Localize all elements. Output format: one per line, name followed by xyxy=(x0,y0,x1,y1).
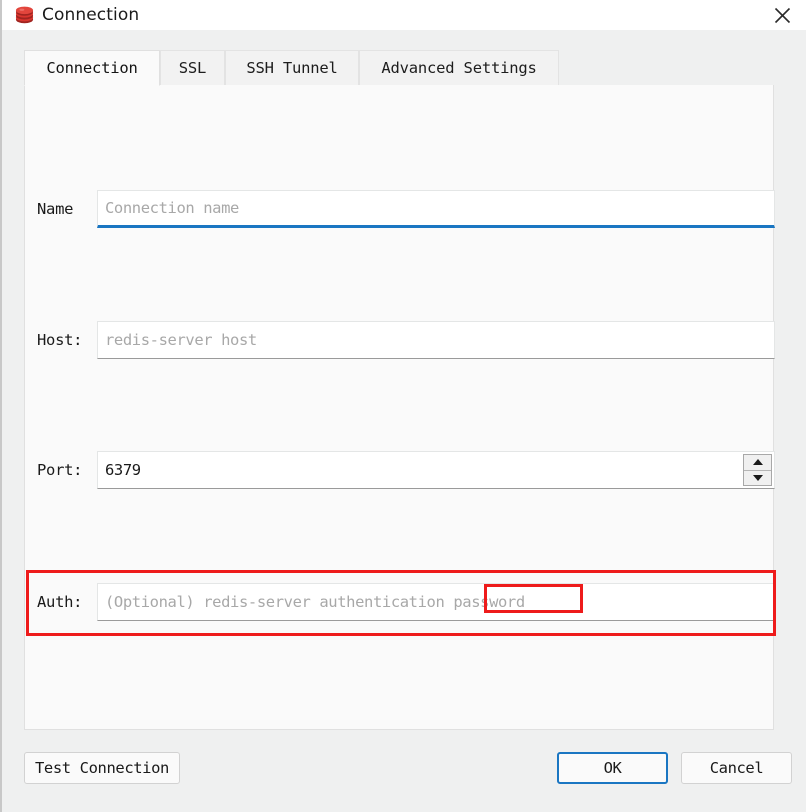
auth-label: Auth: xyxy=(37,593,83,611)
connection-dialog: Connection Connection SSL SSH Tunnel Advanc… xyxy=(0,0,806,812)
port-input-value: 6379 xyxy=(105,461,141,479)
connection-tab-panel: Name Connection name Host: redis-server hos… xyxy=(24,85,775,730)
cancel-button[interactable]: Cancel xyxy=(681,752,792,784)
port-label: Port: xyxy=(37,461,83,479)
name-input-placeholder: Connection name xyxy=(105,199,239,217)
port-decrement-button[interactable] xyxy=(744,471,771,486)
title-bar: Connection xyxy=(2,0,806,30)
name-label: Name xyxy=(37,200,74,218)
ok-label: OK xyxy=(603,759,622,777)
form-row-host: Host: redis-server host xyxy=(25,321,775,359)
spinner-up-arrow-icon xyxy=(752,459,763,466)
tab-label: Advanced Settings xyxy=(381,59,537,77)
tab-ssh-tunnel[interactable]: SSH Tunnel xyxy=(225,50,359,86)
form-row-name: Name Connection name xyxy=(25,190,775,228)
tab-ssl[interactable]: SSL xyxy=(160,50,225,86)
close-button[interactable] xyxy=(756,0,806,30)
name-input[interactable]: Connection name xyxy=(97,190,775,228)
port-input[interactable]: 6379 xyxy=(97,451,775,489)
tab-label: Connection xyxy=(46,59,138,77)
close-icon xyxy=(774,7,790,23)
spinner-down-arrow-icon xyxy=(752,474,763,481)
title-bar-left: Connection xyxy=(15,0,139,30)
auth-input-placeholder: (Optional) redis-server authentication p… xyxy=(105,593,525,611)
auth-input[interactable]: (Optional) redis-server authentication p… xyxy=(97,583,775,621)
redis-logo-icon xyxy=(15,6,34,23)
tab-bar: Connection SSL SSH Tunnel Advanced Settings xyxy=(24,50,774,86)
ok-button[interactable]: OK xyxy=(557,752,668,784)
cancel-label: Cancel xyxy=(709,759,764,777)
host-label: Host: xyxy=(37,331,83,349)
test-connection-label: Test Connection xyxy=(35,759,169,777)
window-title: Connection xyxy=(42,4,140,25)
host-input-placeholder: redis-server host xyxy=(105,331,257,349)
tab-connection[interactable]: Connection xyxy=(24,50,160,86)
port-spinner[interactable] xyxy=(743,454,772,486)
tab-label: SSH Tunnel xyxy=(246,59,338,77)
test-connection-button[interactable]: Test Connection xyxy=(24,752,180,784)
form-row-auth: Auth: (Optional) redis-server authenticat… xyxy=(25,583,775,621)
tab-label: SSL xyxy=(178,59,207,77)
port-increment-button[interactable] xyxy=(744,455,771,471)
host-input[interactable]: redis-server host xyxy=(97,321,775,359)
form-row-port: Port: 6379 xyxy=(25,451,775,489)
tab-advanced-settings[interactable]: Advanced Settings xyxy=(359,50,559,86)
